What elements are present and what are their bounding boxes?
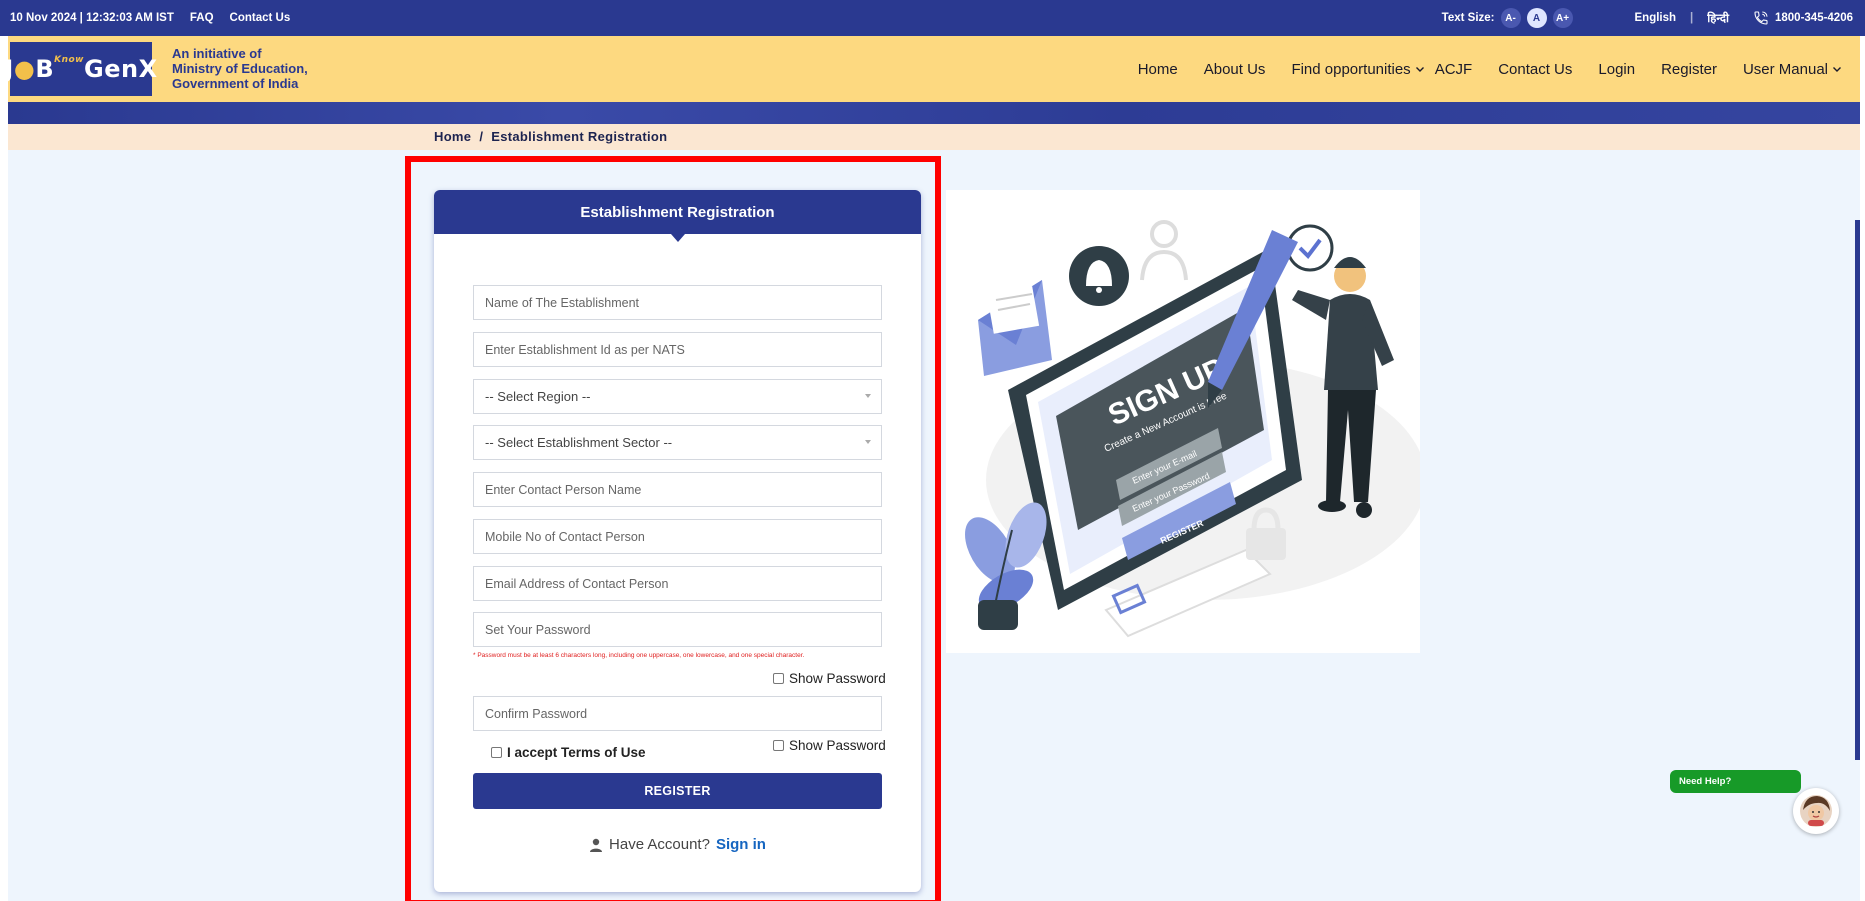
breadcrumb-home[interactable]: Home [434, 129, 471, 144]
breadcrumb: Home / Establishment Registration [8, 124, 1860, 150]
nav-login[interactable]: Login [1598, 61, 1635, 78]
top-left-group: 10 Nov 2024 | 12:32:03 AM IST FAQ Contac… [10, 0, 290, 36]
top-right-group: Text Size: A- A A+ English | हिन्दी 1800… [1442, 0, 1853, 36]
chevron-down-icon [1833, 67, 1841, 72]
nav-user-manual[interactable]: User Manual [1743, 61, 1842, 78]
text-size-normal-button[interactable]: A [1526, 8, 1547, 28]
confirm-password-input[interactable]: Confirm Password [473, 696, 882, 731]
logo-wordmark: J●BKnowGenX [4, 55, 158, 83]
user-icon [590, 838, 603, 852]
envelope-icon [978, 280, 1052, 376]
site-logo[interactable]: J●BKnowGenX [4, 40, 157, 98]
show-password-checkbox[interactable] [773, 673, 784, 684]
breadcrumb-current: Establishment Registration [491, 129, 668, 144]
phone-icon [1754, 11, 1768, 25]
nav-about[interactable]: About Us [1204, 61, 1266, 78]
contact-person-name-input[interactable]: Enter Contact Person Name [473, 472, 882, 507]
page-scrollbar[interactable] [1855, 220, 1860, 760]
language-divider: | [1690, 12, 1694, 24]
show-confirm-password-toggle[interactable]: Show Password [773, 738, 886, 753]
terms-label: I accept Terms of Use [507, 745, 646, 760]
password-hint: * Password must be at least 6 characters… [473, 652, 805, 659]
initiative-line-1: An initiative of [172, 46, 262, 61]
terms-toggle[interactable]: I accept Terms of Use [491, 745, 646, 760]
text-size-label: Text Size: [1441, 12, 1495, 24]
assistant-face-icon [1800, 795, 1832, 827]
breadcrumb-separator: / [479, 129, 484, 144]
nav-manual-label: User Manual [1742, 60, 1828, 78]
illustration-graphic: SIGN UP Create a New Account is Free Ent… [965, 220, 1420, 638]
helpline-number[interactable]: 1800-345-4206 [1775, 12, 1853, 24]
terms-checkbox[interactable] [491, 747, 502, 758]
form-title: Establishment Registration [434, 190, 921, 234]
register-button[interactable]: REGISTER [473, 773, 882, 809]
ministry-initiative-text: An initiative of Ministry of Education, … [172, 46, 308, 91]
language-hindi-link[interactable]: हिन्दी [1707, 11, 1729, 26]
registration-form-card: Establishment Registration Name of The E… [434, 190, 921, 892]
datetime-display: 10 Nov 2024 | 12:32:03 AM IST [10, 12, 174, 24]
nav-register[interactable]: Register [1661, 61, 1717, 78]
password-input[interactable]: Set Your Password [473, 612, 882, 647]
nats-id-input[interactable]: Enter Establishment Id as per NATS [473, 332, 882, 367]
faq-link[interactable]: FAQ [190, 12, 214, 24]
nav-find-label: Find opportunities [1291, 60, 1411, 78]
help-assistant-avatar[interactable] [1793, 788, 1839, 834]
have-account-text: Have Account? [609, 836, 710, 853]
chevron-down-icon [1415, 67, 1424, 72]
region-select-value: -- Select Region -- [485, 389, 591, 404]
nav-home[interactable]: Home [1138, 61, 1178, 78]
show-confirm-password-label: Show Password [789, 738, 886, 753]
mobile-number-input[interactable]: Mobile No of Contact Person [473, 519, 882, 554]
title-notch [671, 234, 685, 242]
signup-illustration: SIGN UP Create a New Account is Free Ent… [946, 190, 1420, 653]
show-password-label: Show Password [789, 671, 886, 686]
nav-acjf[interactable]: ACJF [1435, 61, 1473, 78]
establishment-name-input[interactable]: Name of The Establishment [473, 285, 882, 320]
nav-contact[interactable]: Contact Us [1498, 61, 1572, 78]
need-help-badge[interactable]: Need Help? [1670, 770, 1801, 793]
sign-in-link[interactable]: Sign in [716, 836, 766, 853]
sector-select-value: -- Select Establishment Sector -- [485, 435, 673, 450]
text-size-decrease-button[interactable]: A- [1500, 8, 1521, 28]
initiative-line-3: Government of India [172, 76, 299, 91]
main-nav: Home About Us Find opportunities ACJF Co… [1138, 36, 1842, 102]
decorative-banner-stripe [8, 102, 1860, 124]
show-password-toggle[interactable]: Show Password [773, 671, 886, 686]
language-english-link[interactable]: English [1635, 12, 1677, 24]
dropdown-caret-icon [865, 440, 871, 444]
have-account-row: Have Account? Sign in [434, 836, 921, 853]
sector-select[interactable]: -- Select Establishment Sector -- [473, 425, 882, 460]
bell-icon [1069, 246, 1129, 306]
show-confirm-password-checkbox[interactable] [773, 740, 784, 751]
top-utility-bar: 10 Nov 2024 | 12:32:03 AM IST FAQ Contac… [0, 0, 1865, 36]
contact-link[interactable]: Contact Us [230, 12, 291, 24]
email-input[interactable]: Email Address of Contact Person [473, 566, 882, 601]
main-header: J●BKnowGenX An initiative of Ministry of… [4, 36, 1860, 102]
dropdown-caret-icon [865, 394, 871, 398]
region-select[interactable]: -- Select Region -- [473, 379, 882, 414]
nav-find-opportunities[interactable]: Find opportunities [1291, 61, 1424, 78]
breadcrumb-trail: Home / Establishment Registration [434, 129, 667, 144]
user-outline-icon [1140, 220, 1188, 281]
initiative-line-2: Ministry of Education, [172, 61, 308, 76]
text-size-increase-button[interactable]: A+ [1552, 8, 1573, 28]
